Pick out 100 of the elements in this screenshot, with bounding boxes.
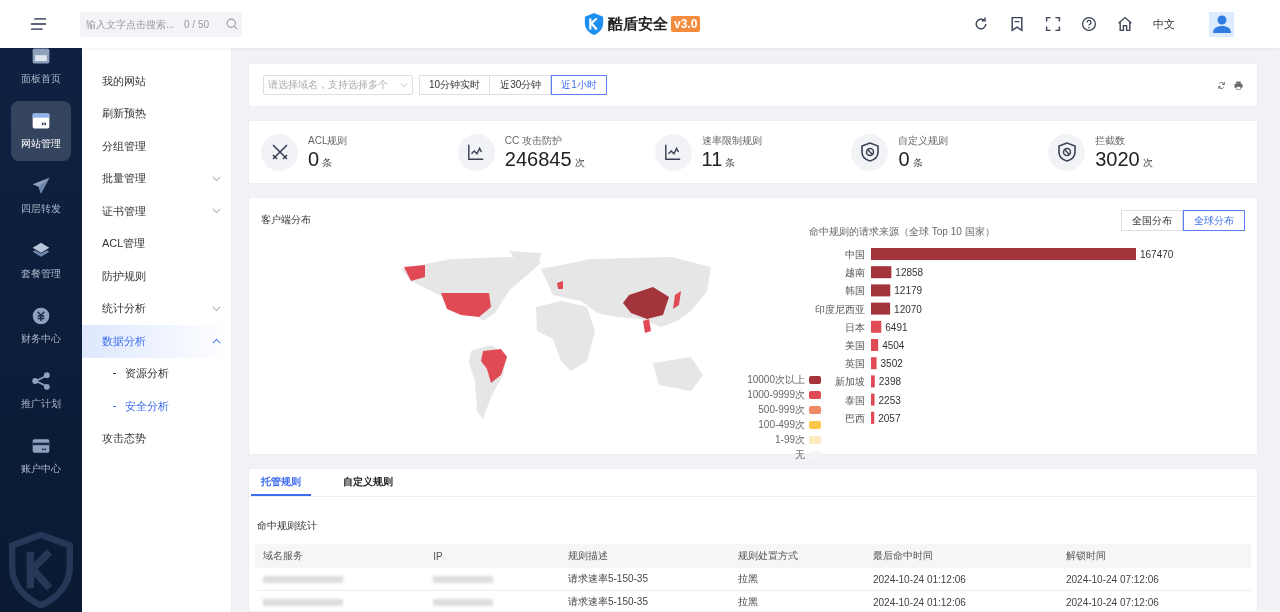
tab[interactable]: 托管规则 xyxy=(251,469,311,496)
bar xyxy=(871,375,875,388)
help-icon[interactable] xyxy=(1081,16,1097,32)
nav-item[interactable]: 网站管理 xyxy=(11,101,71,161)
table-cell: 2024-10-24 07:12:06 xyxy=(1057,590,1251,611)
submenu-item[interactable]: 刷新预热 xyxy=(82,97,231,130)
category-label: 越南 xyxy=(845,267,865,279)
time-range-button[interactable]: 10分钟实时 xyxy=(419,75,491,95)
category-label: 泰国 xyxy=(845,394,865,406)
home-icon[interactable] xyxy=(1117,16,1133,32)
stat-label: ACL规则 xyxy=(308,133,348,148)
refresh-icon[interactable] xyxy=(973,16,989,32)
submenu-item[interactable]: 批量管理 xyxy=(82,162,231,195)
card-icon xyxy=(31,436,51,456)
nav-item[interactable]: 套餐管理 xyxy=(11,231,71,291)
share-icon xyxy=(31,371,51,391)
nav-item[interactable]: 账户中心 xyxy=(11,426,71,486)
nav-item[interactable]: 推广计划 xyxy=(11,361,71,421)
stat-value: 0 xyxy=(898,147,910,171)
stat-value: 11 xyxy=(701,147,723,171)
bar xyxy=(871,357,877,370)
table-cell: 2024-10-24 01:12:06 xyxy=(864,568,1058,591)
legend-label: 1000-9999次 xyxy=(747,388,805,402)
value-label: 2253 xyxy=(878,394,901,406)
column-header: 规则描述 xyxy=(559,544,731,568)
tab[interactable]: 自定义规则 xyxy=(333,469,403,496)
stat-value: 3020 xyxy=(1095,147,1140,171)
stat-unit: 条 xyxy=(725,155,736,170)
print-icon[interactable] xyxy=(1234,80,1243,90)
nav-item[interactable]: 财务中心 xyxy=(11,296,71,356)
submenu-item[interactable]: 攻击态势 xyxy=(82,422,231,455)
legend-label: 10000次以上 xyxy=(747,373,805,387)
table-cell: 2024-10-24 07:12:06 xyxy=(1057,568,1251,591)
submenu-item[interactable]: 分组管理 xyxy=(82,130,231,163)
stat-unit: 条 xyxy=(322,155,333,170)
table-title: 命中规则统计 xyxy=(257,519,318,533)
legend-label: 100-499次 xyxy=(758,418,805,432)
stat-icon-circle xyxy=(261,133,298,171)
stat-label: CC 攻击防护 xyxy=(504,133,564,148)
version-label: v3.0 xyxy=(671,16,701,32)
scope-toggle-button[interactable]: 全国分布 xyxy=(1121,210,1183,231)
value-label: 4504 xyxy=(882,340,905,351)
category-label: 印度尼西亚 xyxy=(815,303,865,315)
value-label: 3502 xyxy=(880,358,903,370)
stat-value: 0 xyxy=(308,147,320,171)
stat-label: 速率限制规则 xyxy=(701,133,762,148)
shield-logo-icon xyxy=(583,12,605,36)
value-label: 6491 xyxy=(885,321,908,333)
stat-icon-circle xyxy=(1048,133,1086,171)
bookmark-icon[interactable] xyxy=(1009,16,1025,32)
table-cell: 请求速率5-150-35 xyxy=(559,590,731,611)
time-range-button[interactable]: 近30分钟 xyxy=(490,75,552,95)
submenu-item[interactable]: 资源分析 xyxy=(82,357,231,390)
yen-coin-icon xyxy=(31,306,51,326)
stat-label: 拦截数 xyxy=(1095,133,1127,148)
bar xyxy=(871,411,875,424)
chevron-icon xyxy=(400,82,408,88)
paper-plane-icon xyxy=(31,176,51,196)
value-label: 12858 xyxy=(895,267,924,279)
stat-label: 自定义规则 xyxy=(898,133,949,148)
blurred-text xyxy=(433,598,494,606)
stat-unit: 次 xyxy=(574,155,585,170)
submenu-item[interactable]: 安全分析 xyxy=(82,390,231,423)
nav-item[interactable]: 面板首页 xyxy=(11,48,71,96)
bar xyxy=(871,284,891,297)
time-range-button[interactable]: 近1小时 xyxy=(551,75,607,95)
menu-icon[interactable] xyxy=(30,17,47,31)
bar xyxy=(871,393,875,406)
column-header: 规则处置方式 xyxy=(730,544,865,568)
stat-icon-circle xyxy=(654,133,692,171)
column-header: IP xyxy=(425,544,560,568)
language-menu[interactable]: 中文 xyxy=(1153,16,1175,32)
submenu-item[interactable]: 防护规则 xyxy=(82,260,231,293)
character-counter: 0 / 50 xyxy=(184,18,210,30)
legend-label: 1-99次 xyxy=(775,433,805,447)
table-cell: 拉黑 xyxy=(730,590,865,611)
avatar-icon[interactable] xyxy=(1209,11,1234,37)
stat-icon-circle xyxy=(851,133,889,171)
legend-label: 无 xyxy=(795,448,805,462)
submenu-item[interactable]: 我的网站 xyxy=(82,65,231,98)
submenu-item[interactable]: ACL管理 xyxy=(82,227,231,260)
stat-value: 246845 xyxy=(504,147,572,171)
category-label: 巴西 xyxy=(845,412,865,424)
stat-icon-circle xyxy=(457,133,495,171)
bar xyxy=(871,302,891,315)
submenu-item[interactable]: 统计分析 xyxy=(82,292,231,325)
bar xyxy=(871,266,892,279)
category-label: 韩国 xyxy=(845,285,865,297)
submenu-item[interactable]: 证书管理 xyxy=(82,195,231,228)
app-name: 酷盾安全 xyxy=(608,14,668,34)
bar xyxy=(871,320,882,333)
column-header: 域名服务 xyxy=(255,544,426,568)
shield-logo-icon xyxy=(9,532,73,608)
stat-unit: 次 xyxy=(1142,155,1153,170)
category-label: 美国 xyxy=(845,340,865,351)
value-label: 2398 xyxy=(878,376,902,388)
fullscreen-icon[interactable] xyxy=(1045,16,1061,32)
scope-toggle-button[interactable]: 全球分布 xyxy=(1183,210,1245,231)
value-label: 12179 xyxy=(894,285,923,297)
nav-item[interactable]: 四层转发 xyxy=(11,166,71,226)
